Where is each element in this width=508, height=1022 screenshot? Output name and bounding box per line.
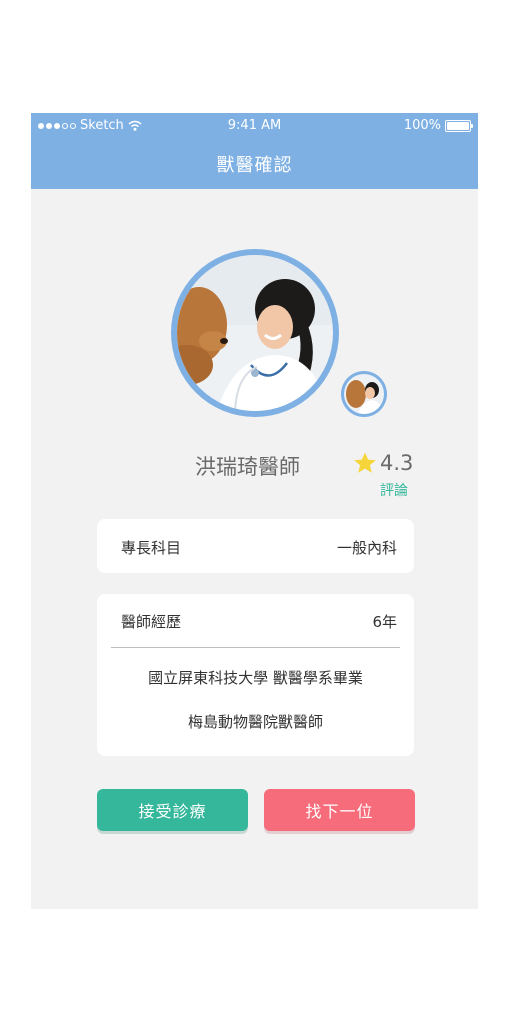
doctor-photo <box>177 255 333 411</box>
divider <box>111 647 400 648</box>
status-bar: Sketch 9:41 AM 100% <box>31 118 478 136</box>
pet-photo <box>344 374 384 414</box>
experience-card: 醫師經歷 6年 國立屏東科技大學 獸醫學系畢業 梅島動物醫院獸醫師 <box>97 594 414 756</box>
rating-value: 4.3 <box>380 451 414 475</box>
experience-value: 6年 <box>372 613 397 631</box>
app-screen: Sketch 9:41 AM 100% 獸醫確認 洪瑞琦醫師 4.3 評論 專長… <box>31 113 478 909</box>
status-right: 100% <box>403 118 473 133</box>
page-title: 獸醫確認 <box>216 155 293 176</box>
experience-label: 醫師經歷 <box>121 613 182 631</box>
find-next-button[interactable]: 找下一位 <box>264 789 415 831</box>
experience-row: 醫師經歷 6年 <box>121 611 397 632</box>
accept-treatment-button[interactable]: 接受診療 <box>97 789 248 831</box>
specialty-row: 專長科目 一般內科 <box>121 537 397 558</box>
specialty-card: 專長科目 一般內科 <box>97 519 414 573</box>
doctor-avatar <box>171 249 339 417</box>
battery-label: 100% <box>403 118 441 133</box>
experience-detail: 梅島動物醫院獸醫師 <box>187 713 323 731</box>
specialty-label: 專長科目 <box>121 539 182 557</box>
pet-avatar <box>341 371 387 417</box>
experience-detail: 國立屏東科技大學 獸醫學系畢業 <box>148 669 363 687</box>
specialty-value: 一般內科 <box>336 539 397 557</box>
rating: 4.3 <box>353 451 413 475</box>
review-link[interactable]: 評論 <box>380 480 408 500</box>
doctor-name: 洪瑞琦醫師 <box>195 455 300 479</box>
star-icon <box>354 452 376 473</box>
header-bar: Sketch 9:41 AM 100% 獸醫確認 <box>31 113 478 189</box>
battery-icon <box>445 119 473 132</box>
